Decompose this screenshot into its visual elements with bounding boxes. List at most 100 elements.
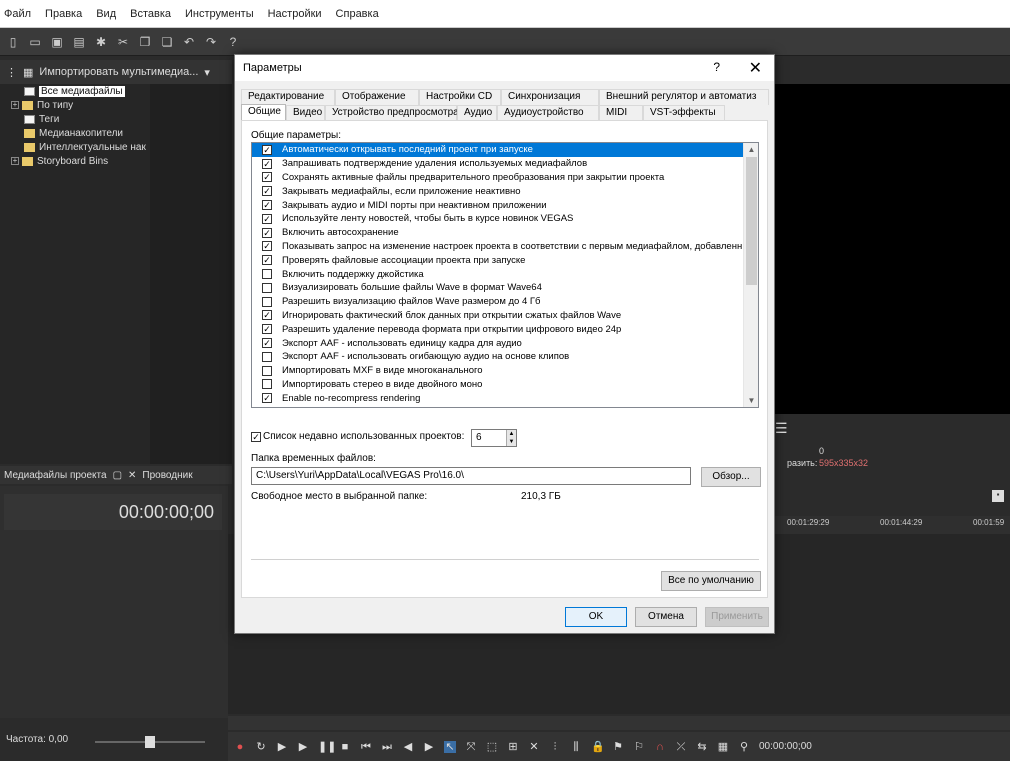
option-checkbox[interactable]: ✓	[262, 255, 272, 266]
option-item[interactable]: Экспорт AAF - использовать огибающую ауд…	[252, 350, 745, 364]
cut-icon[interactable]: ✂	[116, 35, 130, 49]
tab-external-control[interactable]: Внешний регулятор и автоматиз	[599, 89, 769, 105]
option-checkbox[interactable]: ✓	[262, 200, 272, 211]
paste-icon[interactable]: ❏	[160, 35, 174, 49]
option-checkbox[interactable]: ✓	[262, 324, 272, 335]
option-item[interactable]: ✓ Сохранять активные файлы предварительно…	[252, 171, 745, 185]
drag-handle-icon[interactable]: ⋮	[6, 66, 17, 79]
option-item[interactable]: ✓ Запрашивать подтверждение удаления испо…	[252, 157, 745, 171]
tab-cd-settings[interactable]: Настройки CD	[419, 89, 501, 105]
tab-vst-effects[interactable]: VST-эффекты	[643, 105, 725, 121]
tab-display[interactable]: Отображение	[335, 89, 419, 105]
frequency-slider[interactable]	[95, 736, 205, 748]
region-icon[interactable]: ⚐	[633, 741, 645, 753]
tree-item-all-media[interactable]: Все медиафайлы	[0, 84, 150, 98]
tab-project-media[interactable]: Медиафайлы проекта	[4, 470, 107, 481]
option-item[interactable]: Импортировать стерео в виде двойного мон…	[252, 378, 745, 392]
option-checkbox[interactable]	[262, 269, 272, 280]
snap-icon[interactable]: ∩	[654, 741, 666, 753]
scroll-down-icon[interactable]: ▼	[744, 394, 758, 407]
ripple-icon[interactable]: ⇆	[696, 741, 708, 753]
next-frame-icon[interactable]: ▶	[423, 741, 435, 753]
option-item[interactable]: ✓ Разрешить удаление перевода формата при…	[252, 322, 745, 336]
recent-projects-checkbox[interactable]: ✓	[251, 431, 261, 442]
tab-explorer[interactable]: Проводник	[142, 470, 192, 481]
marker-icon[interactable]: ▪	[992, 490, 1004, 502]
open-folder-icon[interactable]: ▭	[28, 35, 42, 49]
tree-item-by-type[interactable]: + По типу	[0, 98, 150, 112]
copy-icon[interactable]: ❐	[138, 35, 152, 49]
marker-icon[interactable]: ⚑	[612, 741, 624, 753]
option-checkbox[interactable]: ✓	[262, 310, 272, 321]
play-from-start-icon[interactable]: ▶	[276, 741, 288, 753]
prev-frame-icon[interactable]: ◀	[402, 741, 414, 753]
help-button[interactable]: ?	[713, 60, 720, 74]
go-to-end-icon[interactable]: ⏭	[381, 741, 393, 753]
option-item[interactable]: ✓ Показывать запрос на изменение настроек…	[252, 240, 745, 254]
spinner-arrows-icon[interactable]: ▲ ▼	[506, 430, 516, 446]
option-item[interactable]: ✓ Закрывать аудио и MIDI порты при неакти…	[252, 198, 745, 212]
option-checkbox[interactable]	[262, 351, 272, 362]
option-checkbox[interactable]: ✓	[262, 172, 272, 183]
dropdown-icon[interactable]: ▾	[204, 66, 210, 79]
menu-edit[interactable]: Правка	[45, 8, 82, 20]
option-checkbox[interactable]: ✓	[262, 158, 272, 169]
close-icon[interactable]: ✕	[128, 470, 136, 481]
trim-icon[interactable]: ⫶	[549, 741, 561, 753]
gear-icon[interactable]: ✱	[94, 35, 108, 49]
pin-icon[interactable]: ⚲	[738, 741, 750, 753]
scroll-thumb[interactable]	[746, 157, 757, 285]
redo-icon[interactable]: ↷	[204, 35, 218, 49]
menu-insert[interactable]: Вставка	[130, 8, 171, 20]
recent-projects-spinner[interactable]: 6 ▲ ▼	[471, 429, 517, 447]
undo-icon[interactable]: ↶	[182, 35, 196, 49]
timeline-scrollbar[interactable]	[228, 716, 1010, 730]
options-list[interactable]: ✓ Автоматически открывать последний проек…	[251, 142, 759, 408]
option-item[interactable]: ✓ Автоматически открывать последний проек…	[252, 143, 745, 157]
apply-button[interactable]: Применить	[705, 607, 769, 627]
tab-video[interactable]: Видео	[286, 105, 325, 121]
option-item[interactable]: ✓ Используйте ленту новостей, чтобы быть …	[252, 212, 745, 226]
grid-icon[interactable]: ▦	[717, 741, 729, 753]
expand-icon[interactable]: +	[11, 101, 19, 109]
option-checkbox[interactable]: ✓	[262, 144, 272, 155]
tab-sync[interactable]: Синхронизация	[501, 89, 599, 105]
import-media-icon[interactable]: ▦	[23, 66, 33, 79]
defaults-button[interactable]: Все по умолчанию	[661, 571, 761, 591]
menu-file[interactable]: Файл	[4, 8, 31, 20]
tab-editing[interactable]: Редактирование	[241, 89, 335, 105]
options-scrollbar[interactable]: ▲ ▼	[743, 143, 758, 407]
tree-item-storyboard-bins[interactable]: + Storyboard Bins	[0, 154, 150, 168]
cancel-button[interactable]: Отмена	[635, 607, 697, 627]
split-icon[interactable]: ⫼	[570, 741, 582, 753]
menu-icon[interactable]: ☰	[775, 420, 788, 437]
delete-icon[interactable]: ✕	[528, 741, 540, 753]
option-checkbox[interactable]	[262, 365, 272, 376]
envelope-tool-icon[interactable]: ⤧	[465, 741, 477, 753]
expand-icon[interactable]: +	[11, 157, 19, 165]
tree-item-tags[interactable]: Теги	[0, 112, 150, 126]
option-checkbox[interactable]: ✓	[262, 213, 272, 224]
menu-view[interactable]: Вид	[96, 8, 116, 20]
render-icon[interactable]: ▤	[72, 35, 86, 49]
new-file-icon[interactable]: ▯	[6, 35, 20, 49]
option-checkbox[interactable]: ✓	[262, 227, 272, 238]
tab-preview-device[interactable]: Устройство предпросмотра	[325, 105, 459, 121]
close-button[interactable]: ✕	[749, 58, 762, 78]
loop-icon[interactable]: ↻	[255, 741, 267, 753]
auto-crossfade-icon[interactable]: ⤫	[675, 741, 687, 753]
play-icon[interactable]: ▶	[297, 741, 309, 753]
option-checkbox[interactable]: ✓	[262, 338, 272, 349]
option-checkbox[interactable]: ✓	[262, 241, 272, 252]
option-item[interactable]: ✓ Проверять файловые ассоциации проекта п…	[252, 253, 745, 267]
ok-button[interactable]: OK	[565, 607, 627, 627]
temp-folder-field[interactable]: C:\Users\Yuri\AppData\Local\VEGAS Pro\16…	[251, 467, 691, 485]
option-item[interactable]: Визуализировать большие файлы Wave в фор…	[252, 281, 745, 295]
menu-tools[interactable]: Инструменты	[185, 8, 254, 20]
option-item[interactable]: ✓ Игнорировать фактический блок данных пр…	[252, 309, 745, 323]
tree-item-smart-bins[interactable]: Интеллектуальные нак	[0, 140, 150, 154]
tree-item-media-bins[interactable]: Медианакопители	[0, 126, 150, 140]
tab-midi[interactable]: MIDI	[599, 105, 643, 121]
window-icon[interactable]: ▢	[113, 470, 122, 481]
tab-audio[interactable]: Аудио	[457, 105, 497, 121]
